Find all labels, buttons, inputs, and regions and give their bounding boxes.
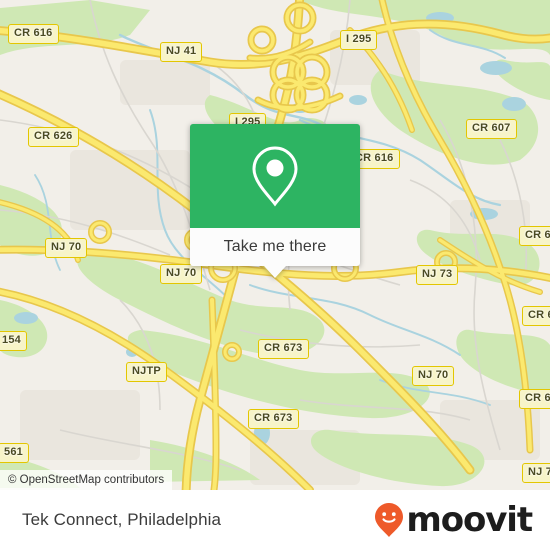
road-shield: NJ 70 <box>412 366 455 386</box>
road-shield: NJ 70 <box>160 264 203 284</box>
road-shield: 154 <box>0 331 27 351</box>
road-shield: NJ 41 <box>160 42 203 62</box>
take-me-there-button[interactable]: Take me there <box>190 228 360 266</box>
road-shield: NJ 7 <box>522 463 550 483</box>
popup-pointer <box>264 266 286 278</box>
place-title: Tek Connect, Philadelphia <box>22 510 222 529</box>
footer-bar: Tek Connect, Philadelphia moovit <box>0 490 550 550</box>
road-shield: NJ 73 <box>416 265 459 285</box>
road-shield: CR 60 <box>519 389 550 409</box>
road-shield: CR 616 <box>8 24 59 44</box>
destination-popup[interactable]: Take me there <box>190 124 360 278</box>
road-shield: CR 673 <box>258 339 309 359</box>
moovit-wordmark: moovit <box>406 500 533 540</box>
road-shield: NJ 70 <box>45 238 88 258</box>
attribution-text: © OpenStreetMap contributors <box>8 474 165 486</box>
road-shield: 561 <box>0 443 29 463</box>
moovit-pin-icon <box>374 502 404 538</box>
road-shield: CR 626 <box>28 127 79 147</box>
popup-icon-area <box>190 124 360 228</box>
road-shield: CR 673 <box>248 409 299 429</box>
road-shield: CR 607 <box>466 119 517 139</box>
road-shield: CR 67 <box>519 226 550 246</box>
moovit-logo[interactable]: moovit <box>374 500 533 540</box>
road-shield: CR 60 <box>522 306 550 326</box>
take-me-there-label: Take me there <box>223 238 327 255</box>
map-canvas[interactable]: CR 616 NJ 41 I 295 I 295 CR 626 CR 607 CR 616 N… <box>0 0 550 490</box>
road-shield: I 295 <box>340 30 378 50</box>
map-pin-icon <box>249 144 301 208</box>
moovit-map-screen: CR 616 NJ 41 I 295 I 295 CR 626 CR 607 CR 616 N… <box>0 0 550 550</box>
map-attribution[interactable]: © OpenStreetMap contributors <box>0 470 173 490</box>
road-shield: NJTP <box>126 362 167 382</box>
